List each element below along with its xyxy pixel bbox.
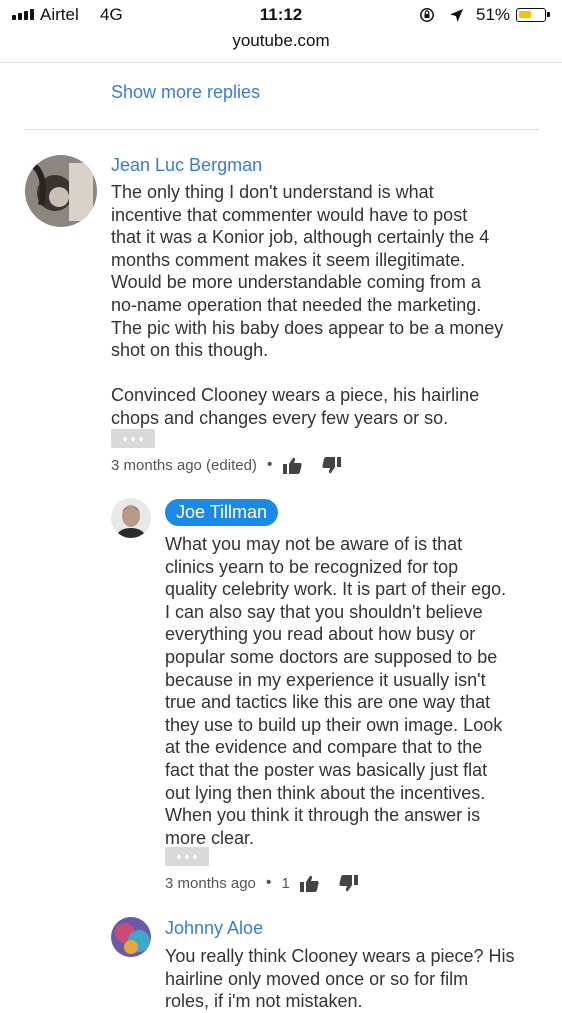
comment-author[interactable]: Joe Tillman xyxy=(165,499,279,526)
comment-text: You really think Clooney wears a piece? … xyxy=(165,946,515,1012)
header-divider xyxy=(0,62,562,63)
comment-timestamp: 3 months ago xyxy=(165,874,256,892)
avatar[interactable] xyxy=(111,917,151,957)
comment-timestamp: 3 months ago (edited) xyxy=(111,456,257,474)
thumbs-up-icon[interactable] xyxy=(299,875,319,892)
avatar[interactable] xyxy=(111,498,151,538)
thumbs-up-icon[interactable] xyxy=(282,457,302,474)
meta-separator: • xyxy=(266,456,273,473)
rotation-lock-icon xyxy=(420,8,434,22)
comment-text: The only thing I don't understand is wha… xyxy=(111,182,504,428)
url-bar[interactable]: youtube.com xyxy=(0,31,562,51)
show-more-replies-link[interactable]: Show more replies xyxy=(111,82,260,103)
thread-divider xyxy=(24,129,539,130)
meta-separator: • xyxy=(265,874,272,891)
battery-percent: 51% xyxy=(476,5,511,24)
battery-icon xyxy=(516,8,550,22)
ellipsis-icon[interactable] xyxy=(165,847,209,866)
comment-meta: 3 months ago • 1 xyxy=(165,874,358,892)
status-bar: Airtel 4G 11:12 51% youtube.com xyxy=(0,0,562,50)
thumbs-down-icon[interactable] xyxy=(339,874,358,892)
avatar[interactable] xyxy=(25,155,97,227)
comment-meta: 3 months ago (edited) • xyxy=(111,456,341,474)
comment-text: What you may not be aware of is that cli… xyxy=(165,534,507,848)
like-count: 1 xyxy=(281,874,290,892)
comment-author[interactable]: Johnny Aloe xyxy=(165,918,263,939)
thumbs-down-icon[interactable] xyxy=(321,456,341,474)
location-arrow-icon xyxy=(450,9,463,22)
comment-author[interactable]: Jean Luc Bergman xyxy=(111,155,262,176)
ellipsis-icon[interactable] xyxy=(111,429,155,448)
